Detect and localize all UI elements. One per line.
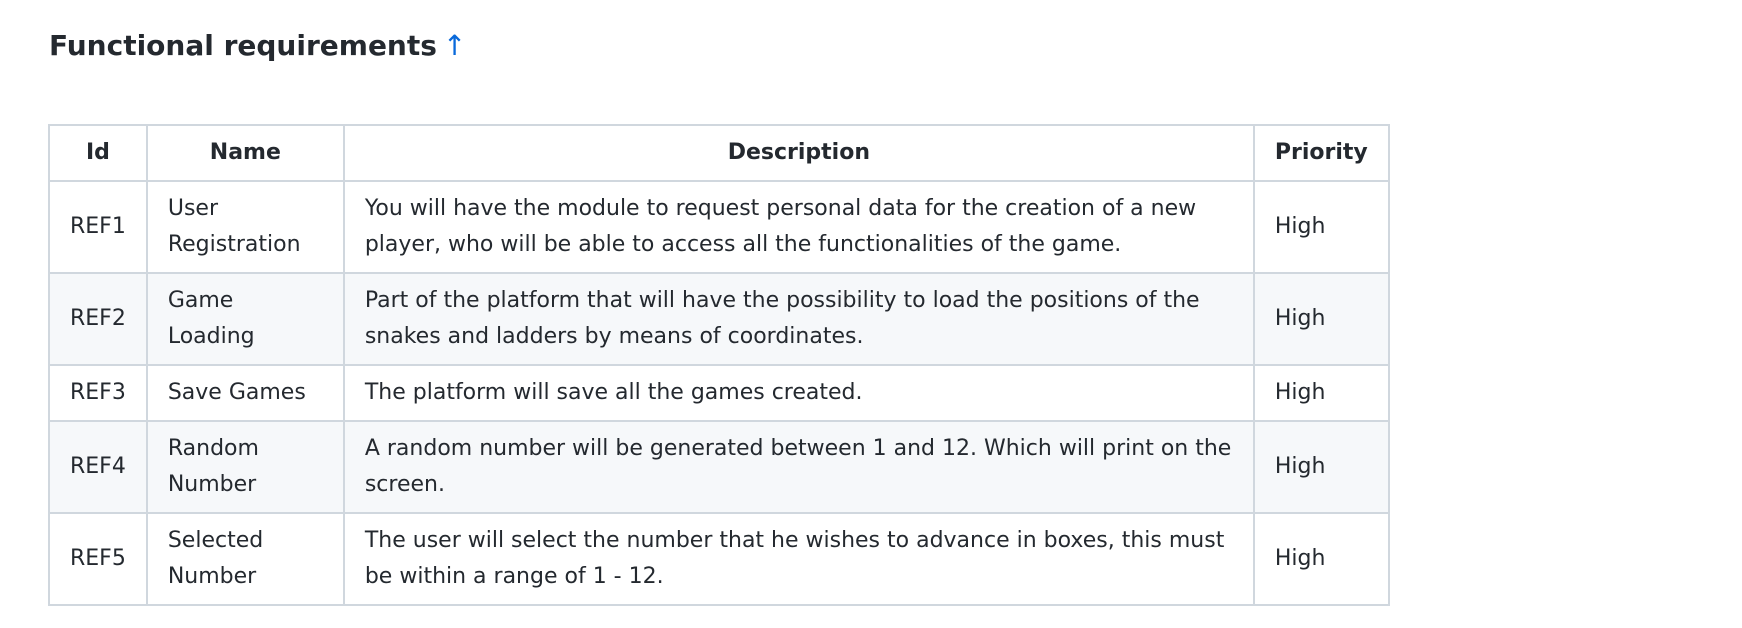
- cell-description: You will have the module to request pers…: [342, 180, 1255, 274]
- table-row: REF1 User Registration You will have the…: [48, 180, 1390, 274]
- cell-priority: High: [1252, 420, 1390, 514]
- cell-name: Random Number: [145, 420, 345, 514]
- column-header-priority: Priority: [1252, 124, 1390, 182]
- back-to-top-link[interactable]: ↑: [443, 29, 466, 62]
- section-heading: Functional requirements ↑: [49, 26, 466, 66]
- cell-name: Selected Number: [145, 512, 345, 606]
- table-header-row: Id Name Description Priority: [48, 124, 1390, 182]
- cell-name: Save Games: [145, 364, 345, 422]
- table-row: REF3 Save Games The platform will save a…: [48, 364, 1390, 422]
- cell-priority: High: [1252, 272, 1390, 366]
- column-header-name: Name: [145, 124, 345, 182]
- requirements-table: Id Name Description Priority REF1 User R…: [48, 124, 1390, 606]
- cell-id: REF1: [48, 180, 148, 274]
- cell-id: REF2: [48, 272, 148, 366]
- section-title: Functional requirements: [49, 29, 437, 62]
- cell-name: Game Loading: [145, 272, 345, 366]
- cell-name: User Registration: [145, 180, 345, 274]
- table-row: REF5 Selected Number The user will selec…: [48, 512, 1390, 606]
- cell-id: REF3: [48, 364, 148, 422]
- cell-priority: High: [1252, 180, 1390, 274]
- table-row: REF4 Random Number A random number will …: [48, 420, 1390, 514]
- cell-description: The platform will save all the games cre…: [342, 364, 1255, 422]
- cell-priority: High: [1252, 512, 1390, 606]
- column-header-description: Description: [342, 124, 1255, 182]
- cell-description: Part of the platform that will have the …: [342, 272, 1255, 366]
- column-header-id: Id: [48, 124, 148, 182]
- cell-id: REF4: [48, 420, 148, 514]
- cell-description: A random number will be generated betwee…: [342, 420, 1255, 514]
- cell-id: REF5: [48, 512, 148, 606]
- table-row: REF2 Game Loading Part of the platform t…: [48, 272, 1390, 366]
- cell-priority: High: [1252, 364, 1390, 422]
- cell-description: The user will select the number that he …: [342, 512, 1255, 606]
